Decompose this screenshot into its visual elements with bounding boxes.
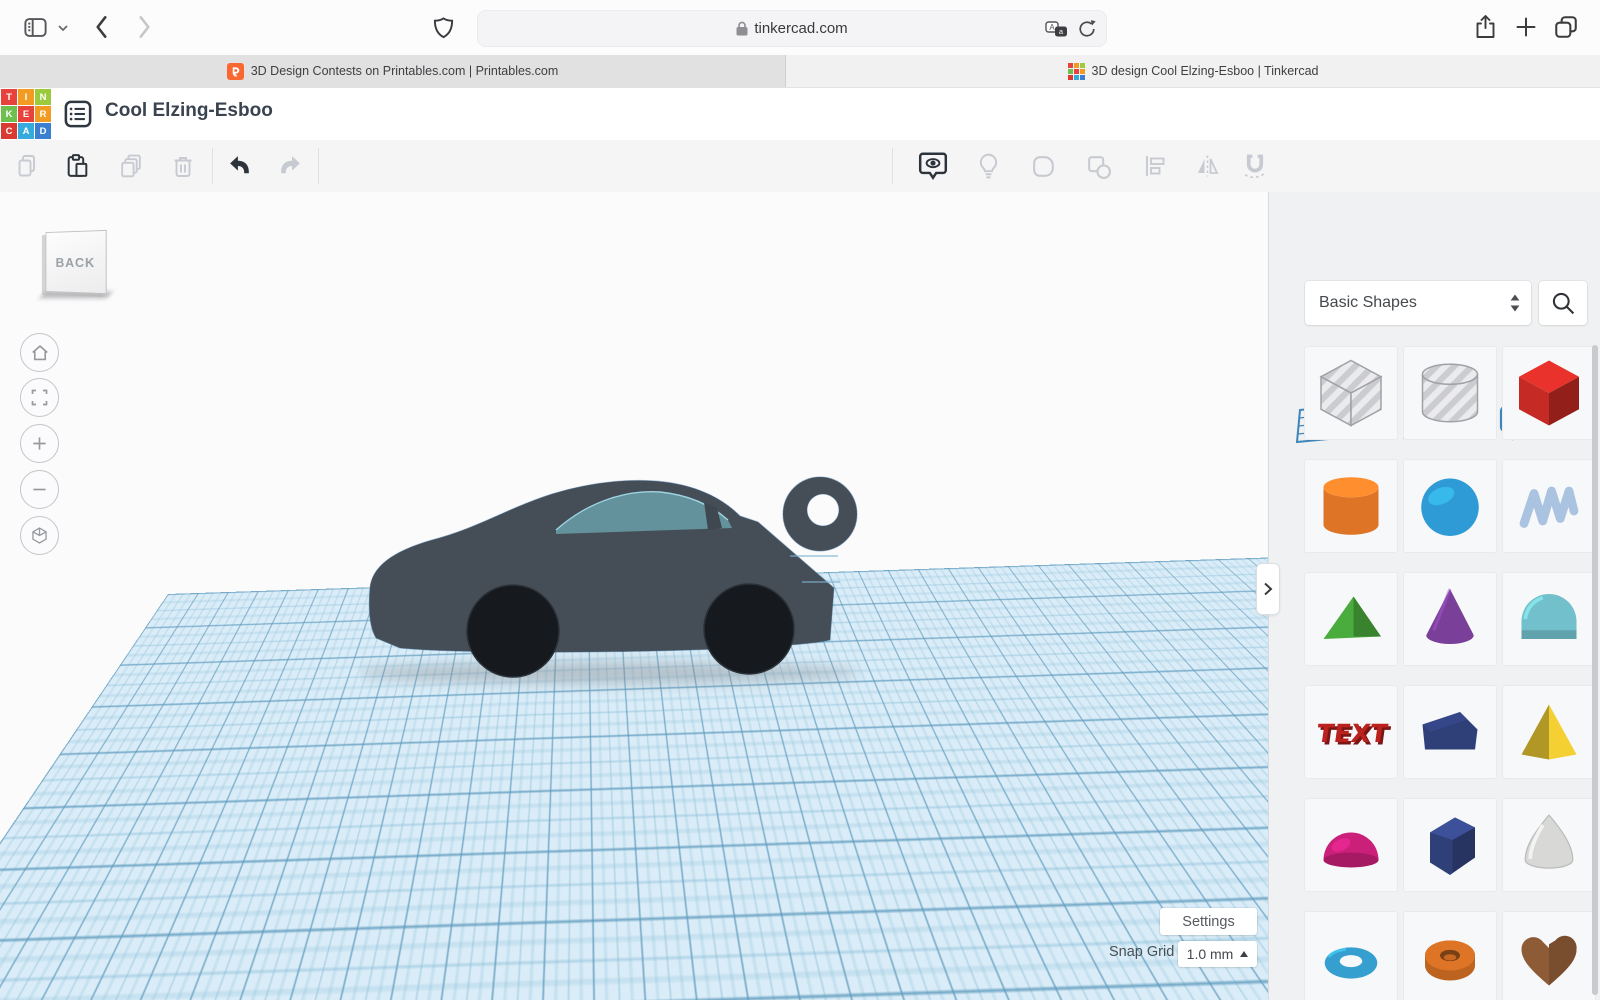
design-canvas[interactable]: BACK Settings Snap Grid 1.0 mm: [0, 192, 1268, 1000]
shape-pyramid[interactable]: [1503, 686, 1595, 778]
ungroup-icon[interactable]: [1074, 140, 1122, 192]
shape-sphere[interactable]: [1404, 460, 1496, 552]
search-icon: [1550, 290, 1576, 316]
stepper-icon: [1509, 292, 1521, 314]
shape-polygon[interactable]: [1404, 799, 1496, 891]
shape-category-value: Basic Shapes: [1319, 294, 1509, 312]
url-text: tinkercad.com: [754, 20, 847, 37]
car-keychain-model[interactable]: [360, 460, 880, 700]
shape-text[interactable]: TEXTTEXT: [1305, 686, 1397, 778]
reload-icon[interactable]: [1078, 19, 1096, 39]
shape-heart[interactable]: [1503, 912, 1595, 1000]
fit-view-button[interactable]: [20, 378, 59, 417]
keyring-loop: [783, 477, 857, 551]
back-icon[interactable]: [91, 13, 113, 41]
svg-text:A: A: [1049, 23, 1055, 32]
shape-roof[interactable]: [1305, 573, 1397, 665]
shape-box[interactable]: [1503, 347, 1595, 439]
shape-cone[interactable]: [1404, 573, 1496, 665]
design-menu-icon[interactable]: [63, 99, 93, 129]
tinkercad-logo[interactable]: TINKERCAD: [1, 89, 51, 139]
paste-icon[interactable]: [53, 140, 101, 192]
tab-bar: 3D Design Contests on Printables.com | P…: [0, 55, 1600, 89]
privacy-shield-icon[interactable]: [432, 15, 455, 41]
perspective-toggle-button[interactable]: [20, 516, 59, 555]
browser-toolbar: tinkercad.com Aa: [0, 0, 1600, 56]
shape-paraboloid[interactable]: [1503, 799, 1595, 891]
show-all-icon[interactable]: [909, 140, 957, 192]
view-home-button[interactable]: [20, 333, 59, 372]
sidebar-toggle-icon[interactable]: [22, 14, 49, 41]
light-bulb-icon[interactable]: [964, 140, 1012, 192]
shapes-panel: Basic Shapes TEXTTEXT: [1268, 192, 1600, 1000]
chevron-down-icon[interactable]: [57, 23, 69, 33]
printables-favicon-icon: [227, 63, 244, 80]
tab-tinkercad[interactable]: 3D design Cool Elzing-Esboo | Tinkercad: [786, 55, 1600, 87]
tinkercad-header: TINKERCAD Cool Elzing-Esboo: [0, 88, 1600, 140]
zoom-in-button[interactable]: [20, 424, 59, 463]
shape-hole-box[interactable]: [1305, 347, 1397, 439]
share-icon[interactable]: [1473, 13, 1498, 41]
duplicate-icon[interactable]: [107, 140, 155, 192]
shape-scribble[interactable]: [1503, 460, 1595, 552]
shape-cylinder[interactable]: [1305, 460, 1397, 552]
lock-icon: [736, 21, 748, 36]
tinkercad-browser-window: tinkercad.com Aa 3D Design C: [0, 0, 1600, 1000]
delete-icon[interactable]: [159, 140, 207, 192]
panel-scrollbar[interactable]: [1592, 345, 1598, 995]
group-icon[interactable]: [1019, 140, 1067, 192]
chevron-right-icon: [1263, 581, 1273, 597]
tab-title: 3D Design Contests on Printables.com | P…: [251, 64, 559, 78]
url-field[interactable]: tinkercad.com Aa: [477, 10, 1107, 47]
tab-title: 3D design Cool Elzing-Esboo | Tinkercad: [1092, 64, 1319, 78]
redo-icon[interactable]: [266, 140, 314, 192]
align-icon[interactable]: [1131, 140, 1179, 192]
edit-toolbar: Import Export Send To: [0, 140, 1600, 193]
shape-hole-cylinder[interactable]: [1404, 347, 1496, 439]
shape-half-sphere[interactable]: [1305, 799, 1397, 891]
undo-icon[interactable]: [216, 140, 264, 192]
car-wheel-front: [467, 585, 559, 677]
snap-grid-dropdown[interactable]: 1.0 mm: [1178, 941, 1257, 967]
tinkercad-favicon-icon: [1068, 63, 1085, 80]
chevron-up-icon: [1240, 951, 1248, 957]
svg-text:TEXT: TEXT: [1315, 719, 1389, 748]
new-tab-icon[interactable]: [1514, 15, 1538, 39]
shape-torus[interactable]: [1305, 912, 1397, 1000]
forward-icon[interactable]: [133, 13, 155, 41]
model-shadow: [360, 662, 858, 684]
shape-round-roof[interactable]: [1503, 573, 1595, 665]
view-cube-face-label[interactable]: BACK: [45, 230, 106, 294]
snap-grid-value: 1.0 mm: [1187, 946, 1234, 962]
copy-icon[interactable]: [3, 140, 51, 192]
shape-wedge[interactable]: [1404, 686, 1496, 778]
magnet-icon[interactable]: [1231, 140, 1279, 192]
search-button[interactable]: [1539, 281, 1587, 325]
panel-collapse-handle[interactable]: [1256, 563, 1280, 615]
shape-tube[interactable]: [1404, 912, 1496, 1000]
shape-category-dropdown[interactable]: Basic Shapes: [1305, 281, 1531, 325]
tab-printables[interactable]: 3D Design Contests on Printables.com | P…: [0, 55, 786, 87]
snap-grid-label: Snap Grid: [1109, 944, 1174, 960]
translate-icon[interactable]: Aa: [1045, 21, 1068, 37]
mirror-icon[interactable]: [1183, 140, 1231, 192]
view-cube[interactable]: BACK: [34, 228, 112, 302]
car-wheel-rear: [704, 584, 794, 674]
tabs-overview-icon[interactable]: [1553, 14, 1579, 40]
shape-grid: TEXTTEXT: [1305, 347, 1595, 1000]
design-title[interactable]: Cool Elzing-Esboo: [105, 100, 273, 122]
settings-button[interactable]: Settings: [1160, 908, 1257, 935]
zoom-out-button[interactable]: [20, 470, 59, 509]
